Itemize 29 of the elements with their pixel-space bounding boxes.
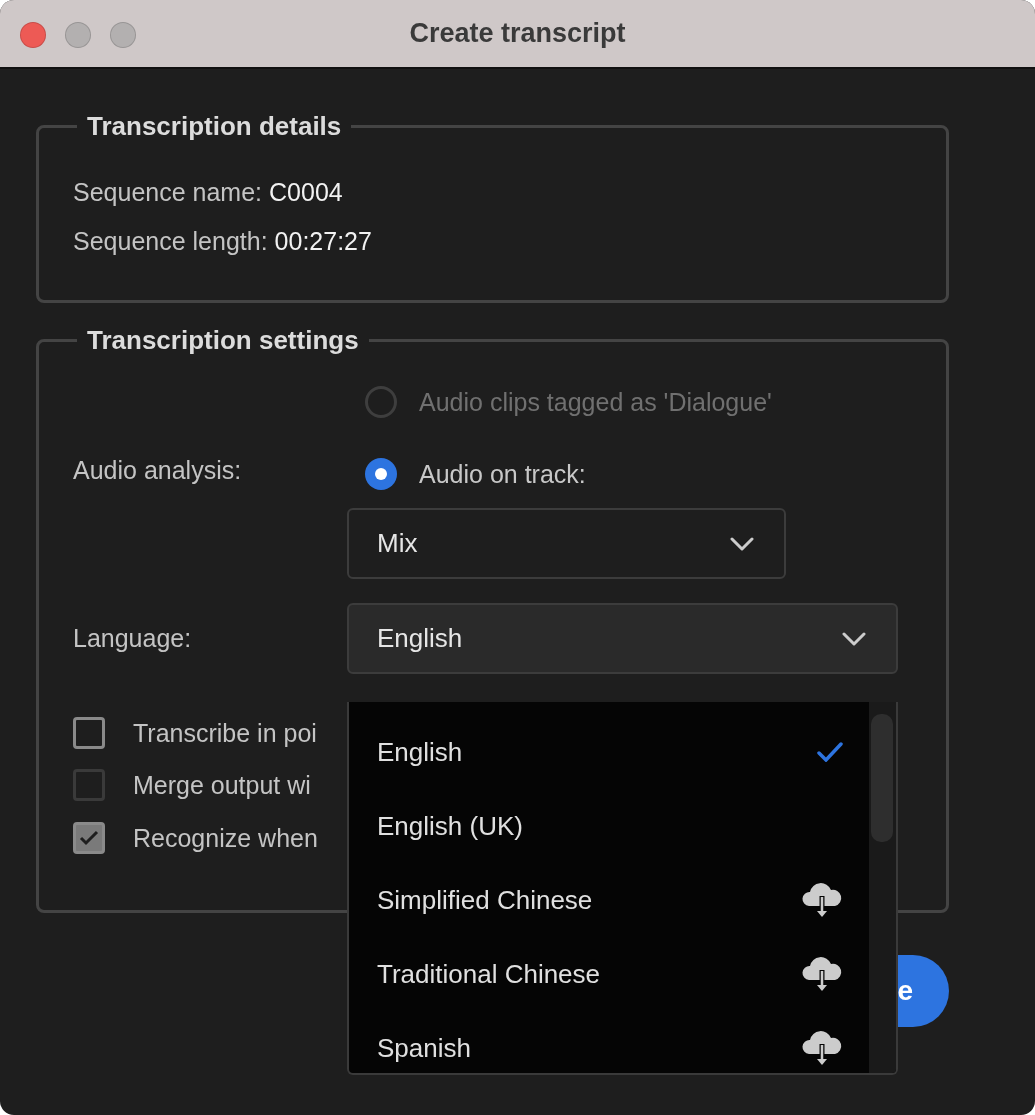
chevron-down-icon xyxy=(730,536,754,551)
checkmark-icon xyxy=(79,830,99,846)
radio-label: Audio clips tagged as 'Dialogue' xyxy=(419,387,772,417)
field-value: 00:27:27 xyxy=(274,226,372,257)
checkbox[interactable] xyxy=(73,822,105,854)
language-option[interactable]: Traditional Chinese xyxy=(349,937,869,1011)
close-button[interactable] xyxy=(20,22,46,48)
field-value: C0004 xyxy=(269,177,343,208)
radio-label: Audio on track: xyxy=(419,459,586,489)
language-option[interactable]: Spanish xyxy=(349,1011,869,1073)
checkbox-label: Merge output wi xyxy=(133,770,311,800)
chevron-down-icon xyxy=(842,631,866,646)
checkbox[interactable] xyxy=(73,717,105,749)
checkbox-label: Recognize when xyxy=(133,823,318,853)
checkbox-label: Transcribe in poi xyxy=(133,718,317,748)
language-select[interactable]: English xyxy=(347,603,898,674)
field-label: Audio analysis: xyxy=(73,456,243,485)
zoom-button[interactable] xyxy=(110,22,136,48)
radio-button[interactable] xyxy=(365,458,397,490)
language-option[interactable]: Simplified Chinese xyxy=(349,863,869,937)
field-label: Sequence length: xyxy=(73,226,268,257)
window-title: Create transcript xyxy=(409,18,626,49)
scrollbar[interactable] xyxy=(869,702,896,1073)
minimize-button[interactable] xyxy=(65,22,91,48)
field-label: Language: xyxy=(73,624,193,653)
language-option[interactable]: English xyxy=(349,715,869,789)
language-option[interactable]: English (UK) xyxy=(349,789,869,863)
track-select[interactable]: Mix xyxy=(347,508,786,579)
field-label: Sequence name: xyxy=(73,177,263,208)
